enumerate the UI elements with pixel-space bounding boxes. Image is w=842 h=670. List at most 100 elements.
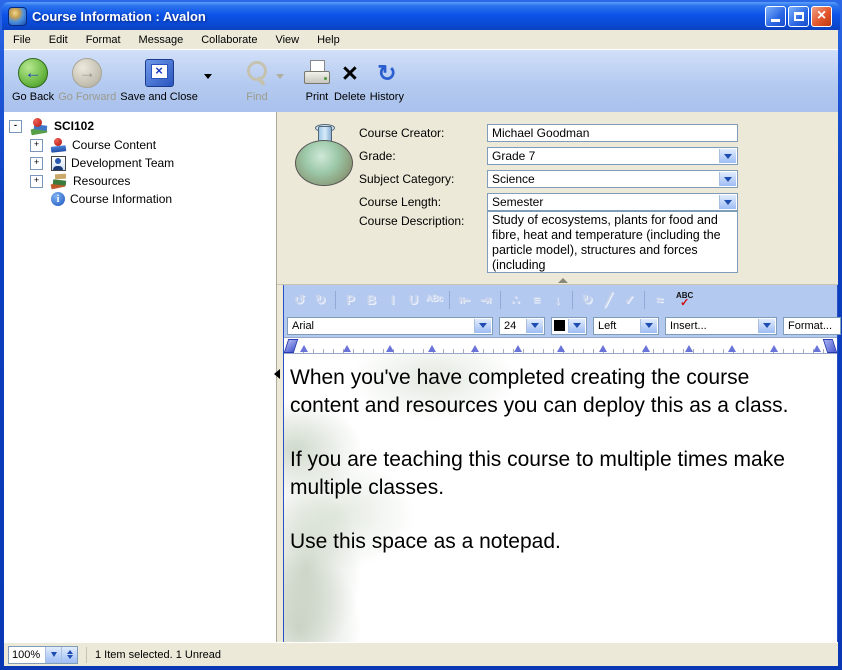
zoom-dropdown-button[interactable] bbox=[45, 647, 61, 663]
small-caps-icon: ᴬᴮᶜ bbox=[424, 290, 445, 310]
insert-select[interactable]: Insert... bbox=[665, 317, 777, 335]
course-creator-input[interactable]: Michael Goodman bbox=[487, 124, 738, 142]
maximize-button[interactable] bbox=[788, 6, 809, 27]
resources-icon bbox=[51, 174, 68, 188]
course-root-icon bbox=[30, 118, 49, 134]
print-button[interactable]: Print bbox=[304, 55, 330, 103]
menu-file[interactable]: File bbox=[4, 30, 40, 49]
notes-paragraph: Use this space as a notepad. bbox=[290, 528, 795, 556]
line-spacing-icon: ≡ bbox=[526, 290, 547, 310]
course-info-form: Course Creator: Michael Goodman Grade: G… bbox=[277, 112, 838, 285]
outdent-icon: ⇤ bbox=[454, 290, 475, 310]
go-back-button[interactable]: ← Go Back bbox=[12, 55, 54, 103]
tree-root-label: SCI102 bbox=[54, 119, 94, 133]
course-content-label: Course Content bbox=[72, 138, 156, 152]
menu-message[interactable]: Message bbox=[130, 30, 193, 49]
notes-text[interactable]: When you've have completed creating the … bbox=[284, 354, 795, 556]
chevron-down-icon[interactable] bbox=[568, 319, 585, 333]
signature-icon: ≈ bbox=[649, 290, 670, 310]
save-and-close-label: Save and Close bbox=[120, 91, 198, 103]
go-forward-icon: → bbox=[72, 58, 102, 88]
tree-item-root[interactable]: - SCI102 bbox=[4, 116, 276, 136]
flask-icon bbox=[295, 124, 353, 186]
minimize-icon bbox=[771, 19, 780, 22]
history-button[interactable]: ↻ History bbox=[370, 55, 404, 103]
chevron-down-icon[interactable] bbox=[474, 319, 491, 333]
ruler-right-margin-marker[interactable] bbox=[823, 339, 838, 353]
tree-item-development-team[interactable]: + Development Team bbox=[4, 154, 276, 172]
spell-check-button[interactable]: ABC ✓ bbox=[676, 292, 693, 308]
delete-label: Delete bbox=[334, 91, 366, 103]
chevron-down-icon[interactable] bbox=[719, 172, 736, 186]
save-and-close-button[interactable]: × Save and Close bbox=[120, 55, 198, 103]
tree-item-resources[interactable]: + Resources bbox=[4, 172, 276, 190]
print-icon bbox=[304, 60, 330, 86]
close-button[interactable]: × bbox=[811, 6, 832, 27]
spinner-down-icon bbox=[67, 655, 73, 659]
zoom-control[interactable]: 100% bbox=[8, 646, 78, 664]
collapse-arrow-icon[interactable] bbox=[274, 369, 280, 379]
main-toolbar: ← Go Back → Go Forward × Save and Close … bbox=[4, 49, 838, 112]
menu-format[interactable]: Format bbox=[77, 30, 130, 49]
chevron-down-icon[interactable] bbox=[640, 319, 657, 333]
spinner-up-icon bbox=[67, 650, 73, 654]
ruler-left-margin-marker[interactable] bbox=[284, 339, 299, 353]
splitter-handle[interactable] bbox=[558, 278, 568, 283]
notes-paragraph: When you've have completed creating the … bbox=[290, 364, 795, 420]
delete-button[interactable]: × Delete bbox=[334, 55, 366, 103]
refresh-icon: ↻ bbox=[577, 290, 598, 310]
minimize-button[interactable] bbox=[765, 6, 786, 27]
menu-bar: File Edit Format Message Collaborate Vie… bbox=[4, 30, 838, 49]
chevron-down-icon[interactable] bbox=[526, 319, 543, 333]
ruler[interactable] bbox=[284, 337, 837, 354]
format-select[interactable]: Format... bbox=[783, 317, 841, 335]
print-label: Print bbox=[306, 91, 329, 103]
course-tree-panel: - SCI102 + Course Content + Development … bbox=[4, 112, 277, 642]
go-forward-label: Go Forward bbox=[58, 91, 116, 103]
root-expander[interactable]: - bbox=[9, 120, 22, 133]
course-description-textarea[interactable]: Study of ecosystems, plants for food and… bbox=[487, 211, 738, 273]
notes-editor: ↺ ↻ P B I U ᴬᴮᶜ ⇤ ⇥ ∴ ≡ ↓ ↻ ╱ ✓ ≈ ABC ✓ bbox=[283, 285, 838, 642]
course-length-select[interactable]: Semester bbox=[487, 193, 738, 211]
tree-item-course-content[interactable]: + Course Content bbox=[4, 136, 276, 154]
go-back-label: Go Back bbox=[12, 91, 54, 103]
development-team-expander[interactable]: + bbox=[30, 157, 43, 170]
save-dropdown-caret[interactable] bbox=[204, 74, 212, 79]
window-title: Course Information : Avalon bbox=[32, 9, 765, 24]
tree-item-course-information[interactable]: i Course Information bbox=[4, 190, 276, 208]
course-content-icon bbox=[51, 138, 67, 152]
course-information-icon: i bbox=[51, 192, 65, 206]
underline-icon: U bbox=[403, 290, 424, 310]
course-content-expander[interactable]: + bbox=[30, 139, 43, 152]
find-label: Find bbox=[246, 91, 267, 103]
menu-collaborate[interactable]: Collaborate bbox=[192, 30, 266, 49]
maximize-icon bbox=[794, 12, 804, 21]
font-size-select[interactable]: 24 bbox=[499, 317, 545, 335]
editor-format-toolbar: ↺ ↻ P B I U ᴬᴮᶜ ⇤ ⇥ ∴ ≡ ↓ ↻ ╱ ✓ ≈ ABC ✓ bbox=[284, 285, 837, 314]
find-icon bbox=[244, 59, 270, 88]
find-button: Find bbox=[244, 55, 270, 103]
grade-select[interactable]: Grade 7 bbox=[487, 147, 738, 165]
zoom-spinner[interactable] bbox=[61, 647, 77, 663]
font-color-select[interactable] bbox=[551, 317, 587, 335]
chevron-down-icon bbox=[51, 652, 57, 657]
app-window: Course Information : Avalon × File Edit … bbox=[0, 0, 842, 670]
undo-icon: ↺ bbox=[289, 290, 310, 310]
menu-help[interactable]: Help bbox=[308, 30, 349, 49]
app-icon bbox=[8, 7, 27, 26]
chevron-down-icon[interactable] bbox=[719, 195, 736, 209]
chevron-down-icon[interactable] bbox=[719, 149, 736, 163]
menu-view[interactable]: View bbox=[266, 30, 308, 49]
alignment-select[interactable]: Left bbox=[593, 317, 659, 335]
menu-edit[interactable]: Edit bbox=[40, 30, 77, 49]
resources-label: Resources bbox=[73, 174, 130, 188]
chevron-down-icon[interactable] bbox=[758, 319, 775, 333]
font-name-select[interactable]: Arial bbox=[287, 317, 493, 335]
subject-category-select[interactable]: Science bbox=[487, 170, 738, 188]
accept-edit-icon: ✓ bbox=[619, 290, 640, 310]
history-label: History bbox=[370, 91, 404, 103]
paragraph-icon: P bbox=[340, 290, 361, 310]
course-description-label: Course Description: bbox=[359, 214, 464, 228]
resources-expander[interactable]: + bbox=[30, 175, 43, 188]
notes-canvas[interactable]: When you've have completed creating the … bbox=[284, 354, 837, 642]
